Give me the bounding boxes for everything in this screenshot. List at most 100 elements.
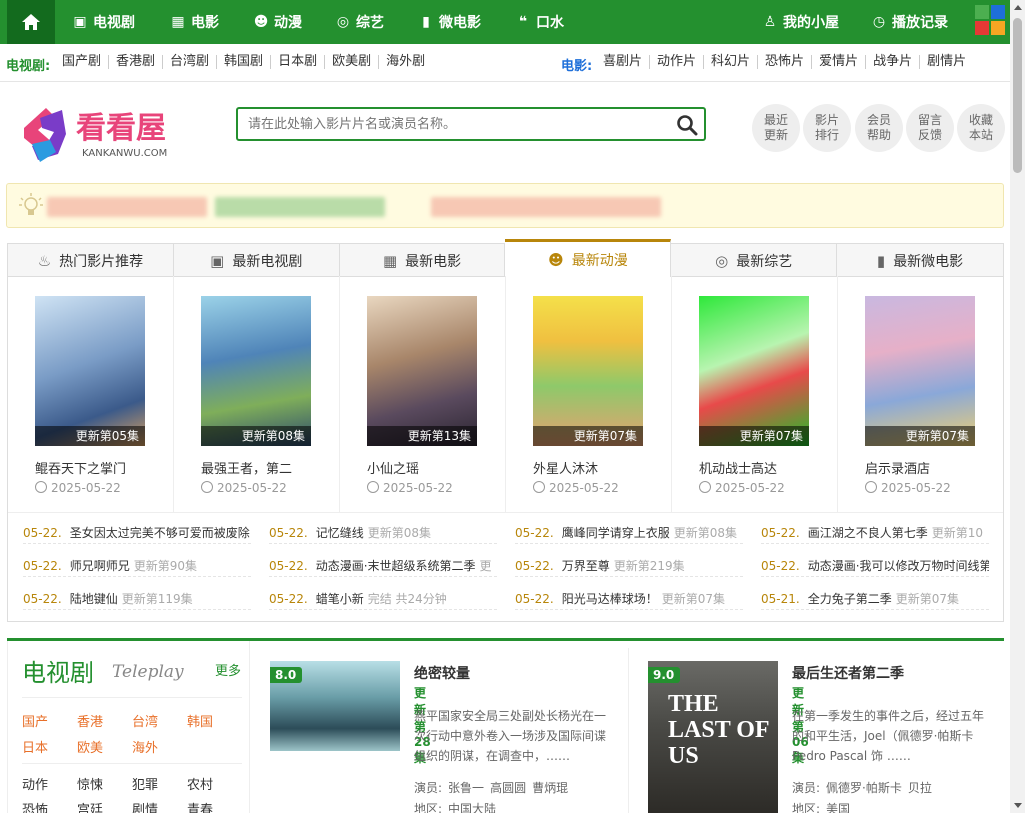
nav-item-chat[interactable]: ❝ 口水 [515,0,564,44]
genre-link[interactable]: 惊悚 [77,774,103,793]
tv-category-item[interactable]: 香港剧 [108,55,162,69]
region-link[interactable]: 海外 [132,737,158,756]
region-link[interactable]: 欧美 [77,737,103,756]
card-title[interactable]: 启示录酒店 [865,458,930,477]
search-icon[interactable] [676,114,698,136]
card-title[interactable]: 机动战士高达 [699,458,777,477]
scroll-up-arrow-icon[interactable] [1014,5,1022,10]
tab-hot[interactable]: ♨ 热门影片推荐 [8,244,174,277]
poster-image[interactable]: THE LAST OF US 9.0 [648,661,778,813]
update-item[interactable]: 05-22. 万界至尊 更新第219集 [515,555,743,577]
poster-image[interactable]: 更新第08集 [201,296,311,446]
movie-category-item[interactable]: 爱情片 [811,55,865,69]
update-item[interactable]: 05-22. 陆地键仙 更新第119集 [23,588,251,610]
theme-red[interactable] [975,21,989,35]
region-link[interactable]: 日本 [22,737,48,756]
update-item[interactable]: 05-22. 动态漫画·我可以修改万物时间线第 [761,555,989,577]
nav-item-anime[interactable]: ☻ 动漫 [253,0,302,44]
card-title[interactable]: 鲲吞天下之掌门 [35,458,126,477]
anime-card[interactable]: 更新第07集 启示录酒店 2025-05-22 [838,276,1004,512]
rec-title[interactable]: 绝密较量 [414,663,470,683]
tab-latest-movie[interactable]: ▦ 最新电影 [340,244,506,277]
movie-category-item[interactable]: 喜剧片 [596,55,649,69]
update-item[interactable]: 05-21. 全力兔子第二季 更新第07集 [761,588,989,610]
theme-switcher[interactable] [975,5,1005,35]
tv-category-item[interactable]: 台湾剧 [162,55,216,69]
update-item[interactable]: 05-22. 动态漫画·末世超级系统第二季更 [269,555,497,577]
tab-latest-anime[interactable]: ☻ 最新动漫 [505,239,672,277]
nav-user[interactable]: ♙ 我的小屋 [762,0,839,44]
anime-card[interactable]: 更新第07集 机动战士高达 2025-05-22 [672,276,838,512]
region-link[interactable]: 香港 [77,711,103,730]
nav-history[interactable]: ◷ 播放记录 [871,0,948,44]
movie-category-item[interactable]: 剧情片 [919,55,973,69]
site-logo[interactable]: 看看屋 KANKANWU.COM [18,104,198,164]
poster-image[interactable]: 更新第07集 [699,296,809,446]
genre-link[interactable]: 恐怖 [22,799,48,813]
rec-title[interactable]: 最后生还者第二季 [792,663,904,683]
tv-category-item[interactable]: 海外剧 [378,55,432,69]
poster-image[interactable]: 更新第13集 [367,296,477,446]
movie-category-item[interactable]: 恐怖片 [757,55,811,69]
theme-orange[interactable] [991,21,1005,35]
movie-category-item[interactable]: 战争片 [865,55,919,69]
movie-category-item[interactable]: 动作片 [649,55,703,69]
anime-card[interactable]: 更新第13集 小仙之瑶 2025-05-22 [340,276,506,512]
actor-link[interactable]: 张鲁一 [448,781,484,795]
anime-card[interactable]: 更新第05集 鲲吞天下之掌门 2025-05-22 [8,276,174,512]
tab-latest-tv[interactable]: ▣ 最新电视剧 [174,244,340,277]
card-title[interactable]: 外星人沐沐 [533,458,598,477]
genre-link[interactable]: 犯罪 [132,774,158,793]
member-help-button[interactable]: 会员 帮助 [855,104,903,152]
region-link[interactable]: 韩国 [187,711,213,730]
nav-item-tv[interactable]: ▣ 电视剧 [72,0,135,44]
actor-link[interactable]: 高圆圆 [490,781,526,795]
actor-link[interactable]: 贝拉 [908,781,932,795]
feedback-button[interactable]: 留言 反馈 [906,104,954,152]
anime-card[interactable]: 更新第07集 外星人沐沐 2025-05-22 [506,276,672,512]
bookmark-button[interactable]: 收藏 本站 [957,104,1005,152]
region-link[interactable]: 台湾 [132,711,158,730]
poster-image[interactable]: 更新第07集 [865,296,975,446]
page-scrollbar[interactable] [1010,0,1025,813]
theme-blue[interactable] [991,5,1005,19]
theme-green[interactable] [975,5,989,19]
poster-image[interactable]: 8.0 [270,661,400,751]
actor-link[interactable]: 曹炳琨 [532,781,568,795]
nav-item-micro-film[interactable]: ▮ 微电影 [418,0,481,44]
tv-category-item[interactable]: 国产剧 [55,55,108,69]
genre-link[interactable]: 剧情 [132,799,158,813]
update-item[interactable]: 05-22. 记忆缝线 更新第08集 [269,522,497,544]
scroll-down-arrow-icon[interactable] [1014,803,1022,808]
genre-link[interactable]: 宫廷 [77,799,103,813]
recent-updates-button[interactable]: 最近 更新 [752,104,800,152]
nav-item-variety[interactable]: ◎ 综艺 [335,0,384,44]
search-input[interactable] [238,109,658,139]
update-item[interactable]: 05-22. 蜡笔小新 完结 共24分钟 [269,588,497,610]
update-item[interactable]: 05-22. 师兄啊师兄 更新第90集 [23,555,251,577]
more-link[interactable]: 更多 [215,660,241,679]
region-link[interactable]: 国产 [22,711,48,730]
genre-link[interactable]: 农村 [187,774,213,793]
tab-latest-micro-film[interactable]: ▮ 最新微电影 [837,244,1003,277]
update-item[interactable]: 05-22. 阳光马达棒球场！ 更新第07集 [515,588,743,610]
update-item[interactable]: 05-22. 画江湖之不良人第七季 更新第10 [761,522,989,544]
tv-category-item[interactable]: 韩国剧 [216,55,270,69]
card-title[interactable]: 最强王者，第二 [201,458,292,477]
genre-link[interactable]: 动作 [22,774,48,793]
poster-image[interactable]: 更新第05集 [35,296,145,446]
genre-link[interactable]: 青春 [187,799,213,813]
update-item[interactable]: 05-22. 鹰峰同学请穿上衣服 更新第08集 [515,522,743,544]
tv-category-item[interactable]: 日本剧 [270,55,324,69]
scrollbar-thumb[interactable] [1013,18,1022,173]
tv-category-item[interactable]: 欧美剧 [324,55,378,69]
ranking-button[interactable]: 影片 排行 [803,104,851,152]
anime-card[interactable]: 更新第08集 最强王者，第二 2025-05-22 [174,276,340,512]
home-button[interactable] [7,0,55,44]
tab-latest-variety[interactable]: ◎ 最新综艺 [671,244,838,277]
actor-link[interactable]: 佩德罗·帕斯卡 [826,781,902,795]
card-title[interactable]: 小仙之瑶 [367,458,419,477]
poster-image[interactable]: 更新第07集 [533,296,643,446]
nav-item-movie[interactable]: ▦ 电影 [170,0,219,44]
update-item[interactable]: 05-22. 圣女因太过完美不够可爱而被废除 [23,522,251,544]
